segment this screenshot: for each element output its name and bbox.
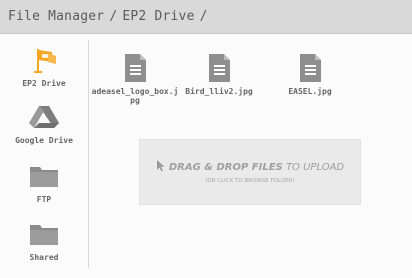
- file-area: adeasel_logo_box.jpg Bird_lliv2.jpg EASE…: [89, 35, 412, 273]
- dropzone-title-strong: DRAG & DROP FILES: [168, 162, 283, 173]
- sidebar-item-label: Shared: [29, 253, 59, 262]
- file-item[interactable]: adeasel_logo_box.jpg: [90, 53, 180, 105]
- upload-dropzone[interactable]: DRAG & DROP FILES TO UPLOAD (OR CLICK TO…: [139, 139, 361, 205]
- file-name: EASEL.jpg: [288, 87, 332, 96]
- sidebar-item-shared[interactable]: Shared: [0, 221, 88, 262]
- storage-sidebar: EP2 Drive Google Drive FTP Shared: [0, 35, 88, 273]
- sidebar-item-label: Google Drive: [15, 136, 73, 145]
- breadcrumb-separator: /: [109, 9, 118, 24]
- document-icon: [206, 53, 232, 83]
- document-icon: [297, 53, 323, 83]
- sidebar-item-label: EP2 Drive: [22, 79, 66, 88]
- dropzone-title: DRAG & DROP FILES TO UPLOAD: [140, 160, 360, 173]
- header-bar: File Manager / EP2 Drive /: [0, 0, 412, 34]
- folder-icon: [28, 163, 60, 189]
- cursor-arrow-icon: [156, 160, 166, 172]
- sidebar-item-ftp[interactable]: FTP: [0, 163, 88, 204]
- folder-icon: [28, 221, 60, 247]
- dropzone-subtitle: (OR CLICK TO BROWSE FOLDER): [205, 178, 295, 184]
- document-icon: [122, 53, 148, 83]
- file-name: Bird_lliv2.jpg: [185, 87, 253, 96]
- breadcrumb-root[interactable]: File Manager: [8, 9, 104, 24]
- sidebar-item-label: FTP: [36, 195, 52, 204]
- sidebar-item-ep2-drive[interactable]: EP2 Drive: [0, 47, 88, 88]
- file-item[interactable]: EASEL.jpg: [265, 53, 355, 96]
- breadcrumb-current[interactable]: EP2 Drive: [122, 9, 194, 24]
- google-drive-icon: [28, 104, 60, 130]
- dropzone-title-rest: TO UPLOAD: [282, 162, 345, 173]
- breadcrumb: File Manager / EP2 Drive /: [8, 9, 213, 24]
- file-name: adeasel_logo_box.jpg: [91, 87, 179, 105]
- ep2-flag-icon: [28, 47, 60, 73]
- file-manager-window: File Manager / EP2 Drive / EP2 Drive Goo…: [0, 0, 412, 278]
- file-item[interactable]: Bird_lliv2.jpg: [174, 53, 264, 96]
- breadcrumb-separator-trailing: /: [199, 9, 208, 24]
- sidebar-item-google-drive[interactable]: Google Drive: [0, 104, 88, 145]
